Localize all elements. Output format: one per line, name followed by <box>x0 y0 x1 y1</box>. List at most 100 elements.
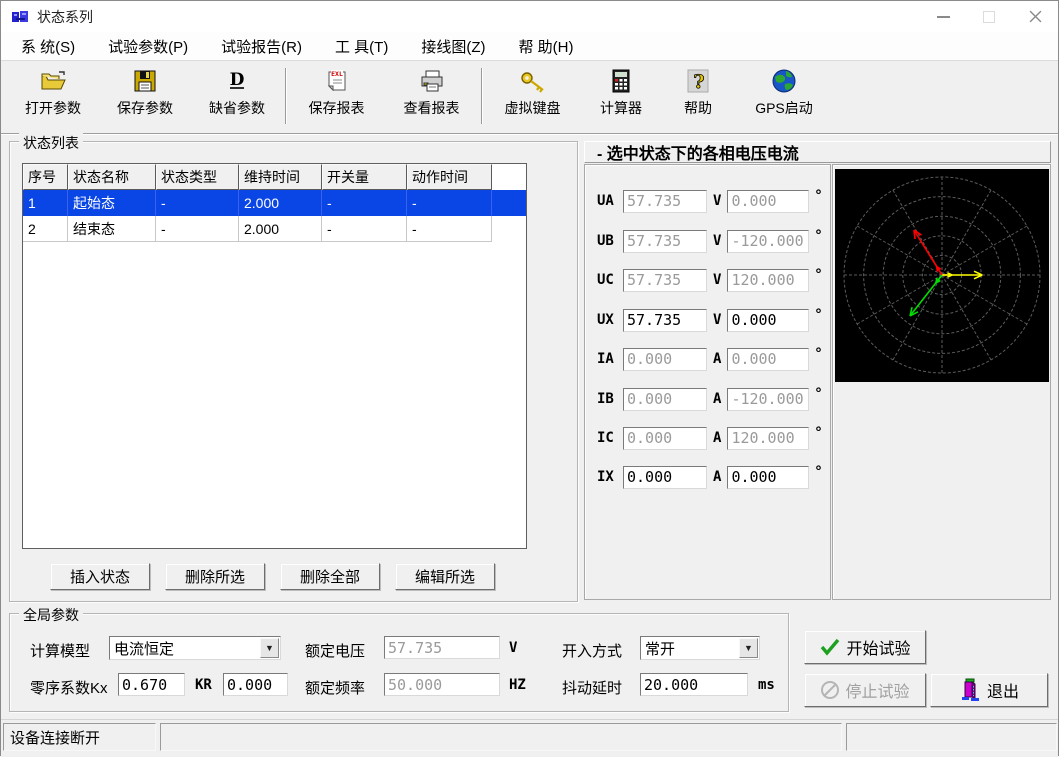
zero-seq-kx-input[interactable] <box>118 673 185 696</box>
table-header-row: 序号 状态名称 状态类型 维持时间 开关量 动作时间 <box>23 164 526 190</box>
rated-voltage-unit: V <box>509 640 517 656</box>
phase-panel-title: - 选中状态下的各相电压电流 <box>584 141 1051 163</box>
close-button[interactable] <box>1012 1 1058 32</box>
toolbar-label: 保存参数 <box>117 98 173 118</box>
unit-label: A <box>713 469 721 485</box>
rated-freq-input[interactable] <box>384 673 500 696</box>
start-test-label: 开始试验 <box>846 635 910 659</box>
maximize-icon <box>983 11 995 23</box>
unit-label: V <box>713 312 721 328</box>
cell-state-type: - <box>156 216 239 242</box>
phasor-svg <box>835 169 1049 382</box>
table-row-selected[interactable]: 1 起始态 - 2.000 - - <box>23 190 526 216</box>
toolbar-label: 查看报表 <box>404 98 460 118</box>
toolbar-view-report[interactable]: 查看报表 <box>384 66 479 128</box>
column-header[interactable]: 状态名称 <box>68 164 156 190</box>
phase-label: UB <box>597 233 623 249</box>
chevron-down-icon[interactable]: ▼ <box>739 638 758 658</box>
stop-test-label: 停止试验 <box>845 678 909 702</box>
svg-text:EXL: EXL <box>331 70 343 78</box>
toolbar-save-params[interactable]: 保存参数 <box>99 66 191 128</box>
input-mode-select[interactable]: 常开 ▼ <box>640 636 760 660</box>
ux-magnitude-input[interactable] <box>623 309 707 332</box>
cell-state-name: 结束态 <box>68 216 156 242</box>
maximize-button[interactable] <box>966 1 1012 32</box>
ua-magnitude-input[interactable] <box>623 190 707 213</box>
column-header[interactable]: 状态类型 <box>156 164 239 190</box>
rated-voltage-input[interactable] <box>384 636 500 659</box>
toolbar-label: 帮助 <box>684 98 712 118</box>
app-window: { "window": { "title": "状态系列" }, "menu":… <box>0 0 1059 756</box>
exit-button[interactable]: 退出 <box>930 673 1048 707</box>
debounce-input[interactable] <box>640 673 748 696</box>
degree-symbol: ° <box>815 227 821 244</box>
delete-all-button[interactable]: 删除全部 <box>280 563 380 590</box>
chevron-down-icon[interactable]: ▼ <box>260 638 279 658</box>
globe-icon <box>771 66 797 96</box>
ub-magnitude-input[interactable] <box>623 230 707 253</box>
calculator-icon <box>610 66 632 96</box>
phase-row-ix: IX A ° <box>597 465 821 489</box>
phase-label: UC <box>597 272 623 288</box>
kr-input[interactable] <box>223 673 288 696</box>
rated-voltage-label: 额定电压 <box>305 640 365 661</box>
app-icon[interactable] <box>11 8 29 26</box>
phasor-panel <box>832 164 1051 600</box>
column-header[interactable]: 开关量 <box>322 164 407 190</box>
uc-magnitude-input[interactable] <box>623 269 707 292</box>
unit-label: A <box>713 391 721 407</box>
insert-state-button[interactable]: 插入状态 <box>50 563 150 590</box>
phase-row-ic: IC A ° <box>597 426 821 450</box>
global-params-title: 全局参数 <box>19 605 83 625</box>
ib-angle-input[interactable] <box>727 388 809 411</box>
ix-magnitude-input[interactable] <box>623 466 707 489</box>
toolbar-help[interactable]: ? 帮助 <box>662 66 734 128</box>
toolbar-gps-start[interactable]: GPS启动 <box>734 66 834 128</box>
menu-help[interactable]: 帮 助(H) <box>506 32 585 61</box>
phase-label: IA <box>597 351 623 367</box>
ic-angle-input[interactable] <box>727 427 809 450</box>
delete-selected-button[interactable]: 删除所选 <box>165 563 265 590</box>
uc-angle-input[interactable] <box>727 269 809 292</box>
menu-tools[interactable]: 工 具(T) <box>323 32 400 61</box>
column-header[interactable]: 序号 <box>23 164 68 190</box>
ub-angle-input[interactable] <box>727 230 809 253</box>
calc-model-select[interactable]: 电流恒定 ▼ <box>109 636 281 660</box>
ia-angle-input[interactable] <box>727 348 809 371</box>
menu-test-report[interactable]: 试验报告(R) <box>209 32 314 61</box>
debounce-unit: ms <box>758 677 775 693</box>
start-test-button[interactable]: 开始试验 <box>804 630 926 664</box>
ix-angle-input[interactable] <box>727 466 809 489</box>
stop-test-button[interactable]: 停止试验 <box>804 673 926 707</box>
toolbar-save-report[interactable]: EXL 保存报表 <box>289 66 384 128</box>
ua-angle-input[interactable] <box>727 190 809 213</box>
input-mode-label: 开入方式 <box>562 640 622 661</box>
menu-system[interactable]: 系 统(S) <box>9 32 87 61</box>
toolbar-open-params[interactable]: 打开参数 <box>7 66 99 128</box>
column-header[interactable]: 维持时间 <box>239 164 322 190</box>
ib-magnitude-input[interactable] <box>623 388 707 411</box>
minimize-icon <box>937 16 950 18</box>
cell-action-time: - <box>407 190 492 216</box>
default-d-icon: D <box>225 66 249 96</box>
phase-label: UA <box>597 193 623 209</box>
column-header[interactable]: 动作时间 <box>407 164 492 190</box>
minimize-button[interactable] <box>920 1 966 32</box>
phase-row-uc: UC V ° <box>597 268 821 292</box>
table-row[interactable]: 2 结束态 - 2.000 - - <box>23 216 526 242</box>
degree-symbol: ° <box>815 187 821 204</box>
ia-magnitude-input[interactable] <box>623 348 707 371</box>
menu-test-params[interactable]: 试验参数(P) <box>96 32 200 61</box>
window-title: 状态系列 <box>37 7 93 27</box>
toolbar-virtual-keyboard[interactable]: 虚拟键盘 <box>485 66 580 128</box>
toolbar-calculator[interactable]: 计算器 <box>580 66 662 128</box>
toolbar-default-params[interactable]: D 缺省参数 <box>191 66 283 128</box>
ux-angle-input[interactable] <box>727 309 809 332</box>
edit-selected-button[interactable]: 编辑所选 <box>395 563 495 590</box>
exit-door-icon <box>959 678 981 702</box>
cell-seq: 2 <box>23 216 68 242</box>
ic-magnitude-input[interactable] <box>623 427 707 450</box>
menu-wiring-diagram[interactable]: 接线图(Z) <box>409 32 497 61</box>
state-list-group: 状态列表 序号 状态名称 状态类型 维持时间 开关量 动作时间 1 起始态 - … <box>9 141 578 602</box>
phase-row-ux: UX V ° <box>597 308 821 332</box>
